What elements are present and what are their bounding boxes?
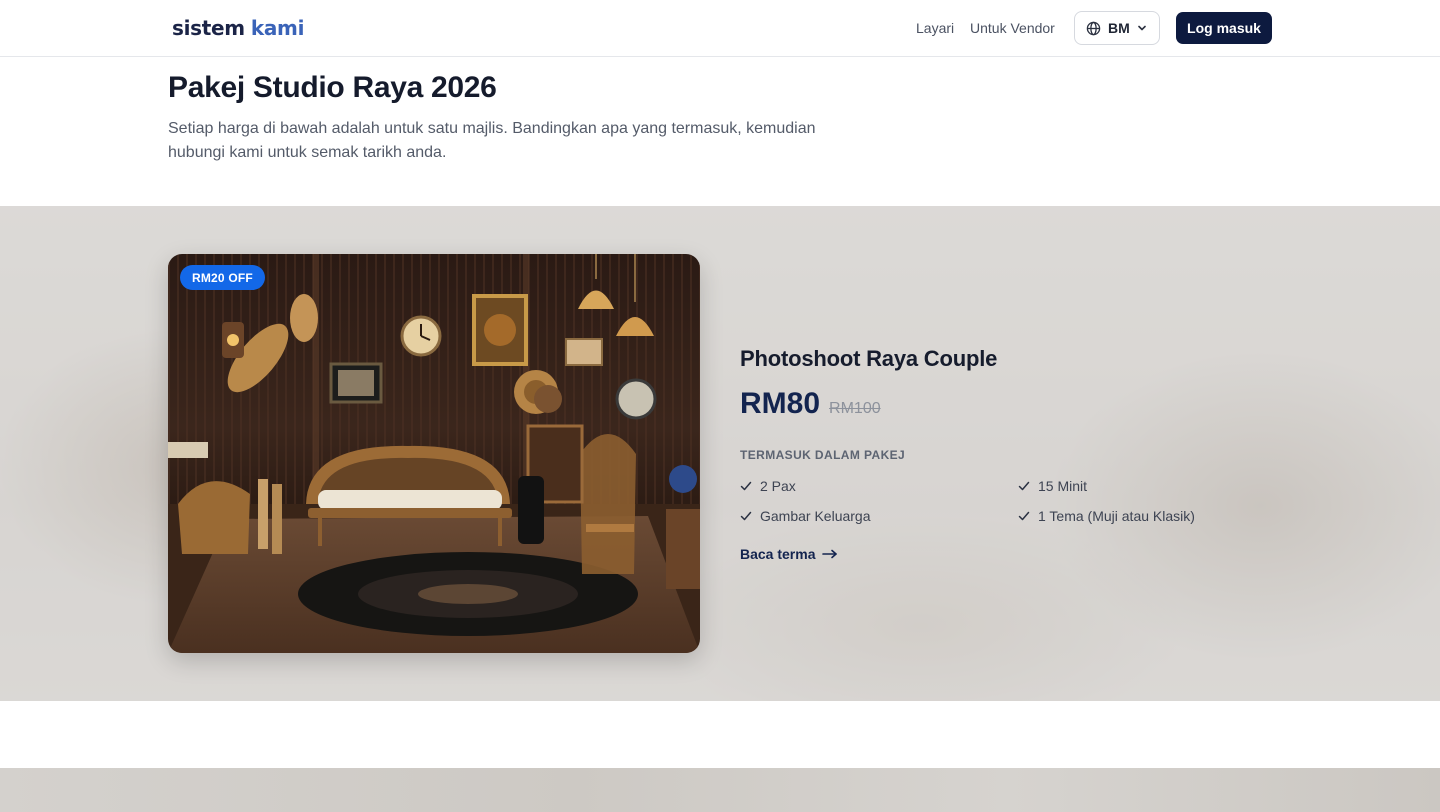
discount-badge: RM20 OFF: [180, 265, 265, 290]
logo-word-sistem: sistem: [172, 16, 245, 40]
logo-word-kami: kami: [250, 16, 305, 40]
check-icon: [1018, 510, 1030, 522]
package-section: RM20 OFF Photoshoot Raya Couple RM80 RM1…: [0, 206, 1440, 701]
feature-label: 1 Tema (Muji atau Klasik): [1038, 508, 1195, 524]
brand-logo[interactable]: sistem kami: [172, 15, 304, 41]
package-name: Photoshoot Raya Couple: [740, 346, 998, 371]
feature-label: 2 Pax: [760, 478, 796, 494]
login-button[interactable]: Log masuk: [1176, 12, 1272, 44]
top-header: sistem kami Layari Untuk Vendor BM Log ma…: [0, 0, 1440, 57]
language-selector[interactable]: BM: [1074, 11, 1160, 45]
arrow-right-icon: [821, 545, 838, 563]
feature-label: 15 Minit: [1038, 478, 1088, 494]
feature-label: Gambar Keluarga: [760, 508, 871, 524]
terms-label: Baca terma: [740, 546, 816, 562]
feature-item: 1 Tema (Muji atau Klasik): [1018, 507, 1195, 525]
read-terms-link[interactable]: Baca terma: [740, 545, 838, 563]
language-label: BM: [1108, 20, 1130, 36]
check-icon: [740, 510, 752, 522]
chevron-down-icon: [1137, 23, 1147, 33]
original-price: RM100: [829, 400, 881, 417]
globe-icon: [1086, 21, 1101, 36]
included-label: TERMASUK DALAM PAKEJ: [740, 448, 906, 462]
package-photo[interactable]: [168, 254, 700, 653]
next-package-section: [0, 768, 1440, 812]
feature-item: 15 Minit: [1018, 477, 1087, 495]
price-row: RM80 RM100: [740, 386, 881, 422]
page-description: Setiap harga di bawah adalah untuk satu …: [168, 120, 816, 161]
check-icon: [1018, 480, 1030, 492]
check-icon: [740, 480, 752, 492]
page-title: Pakej Studio Raya 2026: [168, 71, 497, 104]
feature-item: 2 Pax: [740, 477, 796, 495]
feature-item: Gambar Keluarga: [740, 507, 871, 525]
nav-vendor-link[interactable]: Untuk Vendor: [970, 19, 1055, 37]
current-price: RM80: [740, 387, 821, 420]
nav-layari-link[interactable]: Layari: [916, 19, 954, 37]
